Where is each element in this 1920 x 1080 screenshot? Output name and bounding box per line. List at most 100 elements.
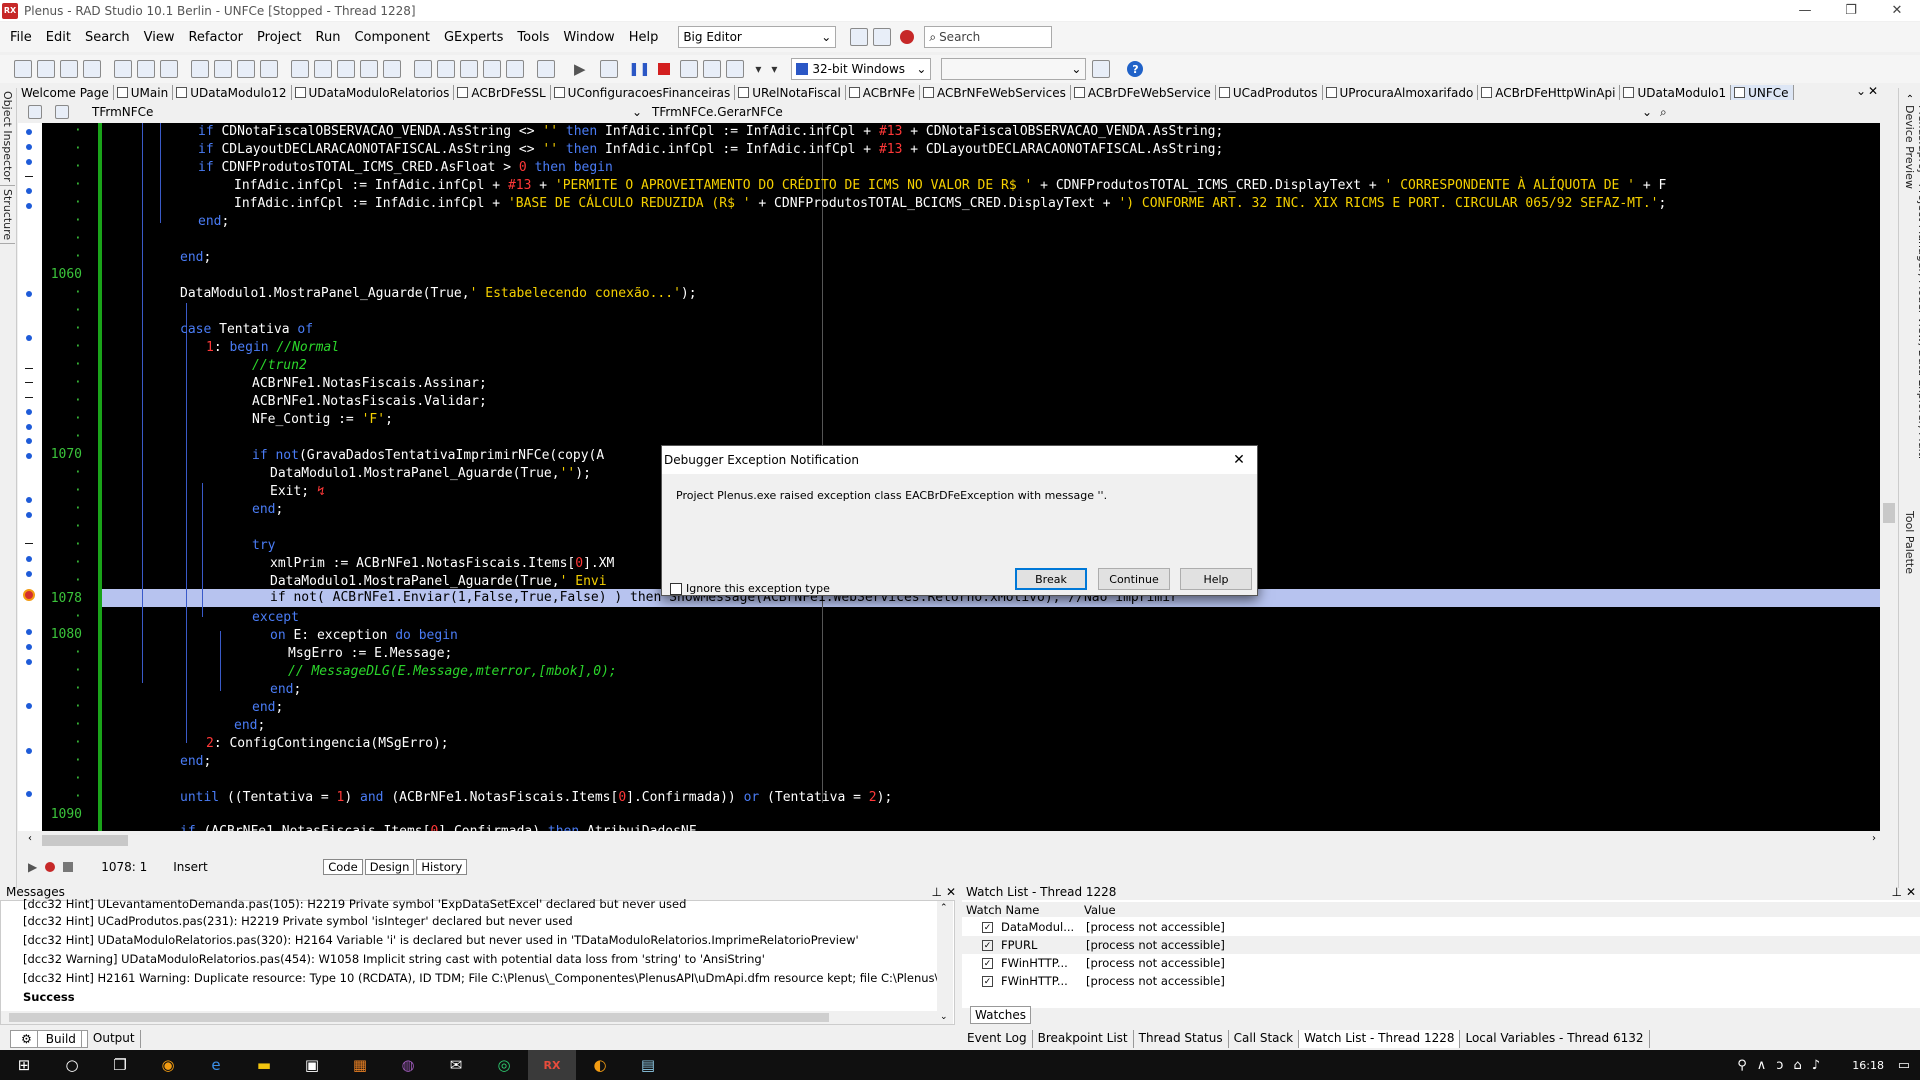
minimize-button[interactable]: — (1782, 0, 1828, 21)
message-row[interactable]: [dcc32 Warning] UDataModuloRelatorios.pa… (23, 952, 765, 966)
checkbox-checked-icon[interactable]: ✓ (982, 921, 993, 933)
help-button[interactable]: Help (1180, 568, 1252, 590)
file-explorer-icon[interactable]: ▬ (240, 1050, 288, 1080)
run-icon[interactable]: ▶ (574, 60, 586, 78)
mail-icon[interactable]: ✉ (432, 1050, 480, 1080)
thread-status-tab[interactable]: Thread Status (1134, 1030, 1229, 1048)
checkbox-unchecked-icon[interactable] (670, 582, 682, 595)
continue-button[interactable]: Continue (1098, 568, 1170, 590)
scroll-down-icon[interactable]: ⌄ (940, 1012, 948, 1022)
run-to-cursor-icon[interactable] (726, 60, 745, 78)
trace-into-icon[interactable] (680, 60, 699, 78)
new-form-icon[interactable] (37, 60, 55, 78)
menu-view[interactable]: View (144, 30, 175, 45)
menu-run[interactable]: Run (316, 30, 341, 45)
remove-file-icon[interactable] (83, 60, 101, 78)
help-icon[interactable]: ? (1127, 61, 1144, 77)
design-view-tab[interactable]: Design (364, 859, 415, 875)
app-icon[interactable]: ◍ (384, 1050, 432, 1080)
save-icon[interactable] (160, 60, 178, 78)
task-view-icon[interactable]: ❐ (96, 1050, 144, 1080)
close-button[interactable]: ✕ (1874, 0, 1920, 21)
clock[interactable]: 16:18 (1852, 1059, 1884, 1072)
record-macro-icon[interactable] (45, 862, 56, 872)
tab-udatamodulo1[interactable]: UDataModulo1 (1620, 85, 1732, 100)
new-file-icon[interactable] (14, 60, 32, 78)
menu-component[interactable]: Component (354, 30, 429, 45)
store-icon[interactable]: ▣ (288, 1050, 336, 1080)
watches-subtab[interactable]: Watches (970, 1006, 1031, 1024)
method-combo[interactable]: TFrmNFCe.GerarNFCe ⌄ (652, 105, 1652, 119)
app-icon[interactable]: ◐ (576, 1050, 624, 1080)
watch-list-tab[interactable]: Watch List - Thread 1228 (1299, 1030, 1461, 1048)
snap-grid-icon[interactable] (437, 60, 455, 78)
message-row[interactable]: [dcc32 Hint] H2161 Warning: Duplicate re… (23, 971, 941, 985)
local-variables-tab[interactable]: Local Variables - Thread 6132 (1460, 1030, 1650, 1048)
system-tray-icons[interactable]: ⚲∧ↄ⌂♪ (1737, 1058, 1830, 1073)
app-icon[interactable]: ◎ (480, 1050, 528, 1080)
column-header-watch-name[interactable]: Watch Name (966, 903, 1084, 917)
break-button[interactable]: Break (1015, 568, 1087, 590)
tab-ucadprodutos[interactable]: UCadProdutos (1216, 85, 1323, 100)
scroll-thumb[interactable] (9, 1013, 829, 1022)
ignore-exception-checkbox[interactable]: Ignore this exception type (670, 582, 830, 595)
lock-controls-icon[interactable] (537, 60, 555, 78)
save-desktop-icon[interactable] (850, 28, 869, 46)
tab-order-icon[interactable] (460, 60, 478, 78)
new-unit-icon[interactable] (60, 60, 78, 78)
close-tab-icon[interactable]: ✕ (1868, 84, 1878, 98)
editor-toolbar-icon[interactable] (55, 105, 69, 119)
edge-icon[interactable]: e (192, 1050, 240, 1080)
align-right-icon[interactable] (314, 60, 332, 78)
tab-umain[interactable]: UMain (114, 85, 174, 100)
desktop-layout-combo[interactable]: Big Editor ⌄ (678, 26, 837, 48)
checkbox-checked-icon[interactable]: ✓ (982, 975, 993, 987)
step-over-icon[interactable] (703, 60, 722, 78)
rx-icon[interactable] (900, 30, 915, 44)
message-row[interactable]: [dcc32 Hint] UCadProdutos.pas(231): H221… (23, 914, 573, 928)
rad-studio-taskbar-icon[interactable]: RX (528, 1050, 576, 1080)
tab-acbrdfewebservice[interactable]: ACBrDFeWebService (1071, 85, 1216, 100)
align-bottom-icon[interactable] (360, 60, 378, 78)
toolbar-overflow-icon[interactable]: ▾ (771, 62, 777, 76)
breakpoint-list-tab[interactable]: Breakpoint List (1033, 1030, 1134, 1048)
output-tab[interactable]: Output (88, 1030, 141, 1048)
history-view-tab[interactable]: History (416, 859, 468, 875)
tab-acbrdfessl[interactable]: ACBrDFeSSL (454, 85, 551, 100)
scroll-up-icon[interactable]: ⌃ (940, 903, 948, 913)
scroll-thumb[interactable] (42, 835, 128, 846)
configuration-combo[interactable]: ⌄ (941, 58, 1087, 80)
ide-search-box[interactable]: ⌕ Search (924, 26, 1053, 48)
class-combo[interactable]: TFrmNFCe ⌄ (92, 105, 642, 119)
close-panel-icon[interactable]: ✕ (1906, 885, 1916, 899)
close-panel-icon[interactable]: ✕ (946, 885, 956, 899)
checkbox-checked-icon[interactable]: ✓ (982, 957, 993, 969)
menu-project[interactable]: Project (257, 30, 301, 45)
notification-icon[interactable]: ▭ (1898, 1058, 1910, 1073)
close-icon[interactable]: ✕ (1227, 448, 1251, 472)
watch-row[interactable]: ✓ FWinHTTP... [process not accessible] (962, 972, 1920, 990)
scroll-right-icon[interactable]: › (1872, 833, 1876, 844)
maximize-button[interactable]: ❐ (1828, 0, 1874, 21)
tool-palette-tab[interactable]: Tool Palette (1902, 508, 1917, 577)
message-row[interactable]: [dcc32 Hint] UDataModuloRelatorios.pas(3… (23, 933, 859, 947)
event-log-tab[interactable]: Event Log (962, 1030, 1033, 1048)
stop-icon[interactable] (658, 63, 671, 75)
search-icon[interactable]: ⌕ (1660, 105, 1667, 120)
scroll-thumb[interactable] (1883, 503, 1895, 523)
message-row[interactable]: [dcc32 Hint] ULevantamentoDemanda.pas(10… (23, 897, 686, 911)
open-icon[interactable] (114, 60, 132, 78)
editor-horizontal-scrollbar[interactable]: ‹ › (28, 832, 1880, 849)
app-icon[interactable]: ▦ (336, 1050, 384, 1080)
structure-tab[interactable]: Structure (0, 186, 15, 244)
target-platform-combo[interactable]: 32-bit Windows ⌄ (791, 58, 932, 80)
view-form-icon[interactable] (237, 60, 255, 78)
build-tab[interactable]: ⚙ Build (10, 1030, 88, 1048)
view-unit-icon[interactable] (214, 60, 232, 78)
set-debug-desktop-icon[interactable] (873, 28, 892, 46)
menu-window[interactable]: Window (563, 30, 614, 45)
tab-uprocuraalmoxarifado[interactable]: UProcuraAlmoxarifado (1323, 85, 1479, 100)
grid-icon[interactable] (414, 60, 432, 78)
editor-toolbar-icon[interactable] (28, 105, 42, 119)
tab-udatamodulo12[interactable]: UDataModulo12 (173, 85, 292, 100)
